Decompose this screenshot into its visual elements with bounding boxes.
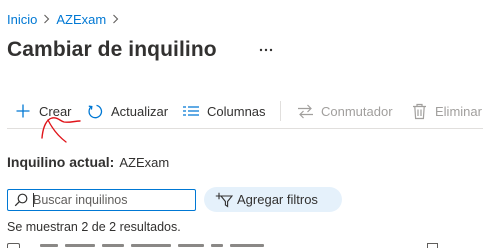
switch-arrows-icon xyxy=(296,102,314,120)
toolbar-separator xyxy=(7,128,483,129)
more-icon xyxy=(259,48,273,52)
breadcrumb-link-home[interactable]: Inicio xyxy=(7,12,37,27)
page-title: Cambiar de inquilino xyxy=(7,38,217,61)
add-filters-label: Agregar filtros xyxy=(237,192,318,207)
current-tenant-label: Inquilino actual: xyxy=(7,154,115,170)
more-options-button[interactable] xyxy=(257,41,275,59)
switch-button[interactable]: Conmutador xyxy=(296,96,393,126)
column-header-edge xyxy=(427,243,438,248)
delete-button-label: Eliminar xyxy=(435,103,482,119)
columns-button[interactable]: Columnas xyxy=(182,96,266,126)
create-button-label: Crear xyxy=(39,103,72,119)
delete-button[interactable]: Eliminar xyxy=(410,96,482,126)
columns-button-label: Columnas xyxy=(207,103,266,119)
switch-button-label: Conmutador xyxy=(321,103,393,119)
column-headers-cropped xyxy=(40,244,480,247)
current-tenant-value: AZExam xyxy=(119,155,170,170)
search-box[interactable] xyxy=(7,189,196,211)
add-filter-icon xyxy=(215,192,233,208)
add-filters-button[interactable]: Agregar filtros xyxy=(204,187,342,212)
text-cursor xyxy=(33,193,34,207)
refresh-button[interactable]: Actualizar xyxy=(86,96,168,126)
refresh-button-label: Actualizar xyxy=(111,103,169,119)
plus-icon xyxy=(14,102,32,120)
search-icon xyxy=(13,192,29,208)
search-input[interactable] xyxy=(33,193,193,207)
toolbar-divider xyxy=(280,101,281,121)
command-bar: Crear Actualizar Columnas Conmutador Eli… xyxy=(0,96,483,126)
results-count: Se muestran 2 de 2 resultados. xyxy=(7,220,181,234)
current-tenant: Inquilino actual: AZExam xyxy=(7,154,169,170)
trash-icon xyxy=(410,102,428,120)
create-button[interactable]: Crear xyxy=(14,96,72,126)
breadcrumb-link-azexam[interactable]: AZExam xyxy=(56,12,106,27)
breadcrumb: Inicio AZExam xyxy=(7,10,125,28)
refresh-icon xyxy=(86,102,104,120)
chevron-right-icon xyxy=(112,12,119,26)
select-all-checkbox[interactable] xyxy=(7,243,20,248)
columns-icon xyxy=(182,102,200,120)
chevron-right-icon xyxy=(43,12,50,26)
table-header xyxy=(0,240,483,248)
